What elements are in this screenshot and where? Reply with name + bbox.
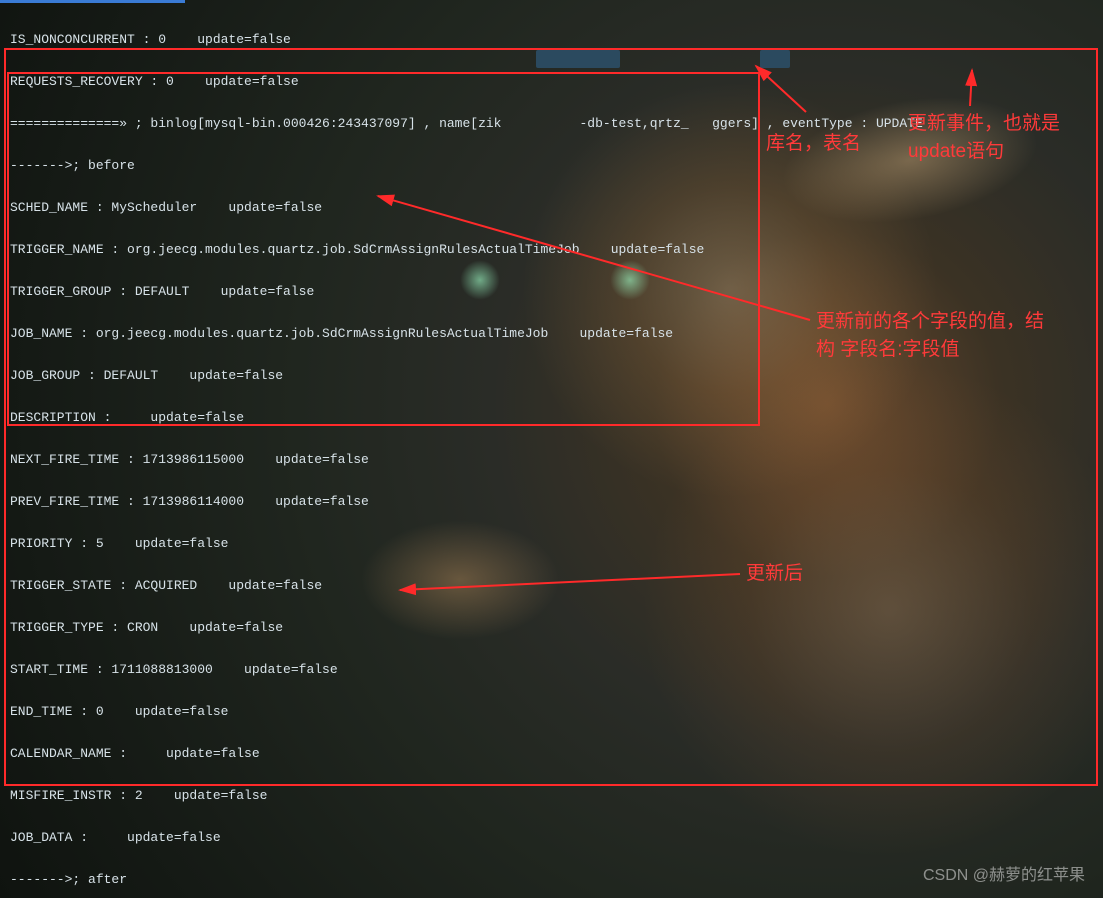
- before-row: TRIGGER_NAME : org.jeecg.modules.quartz.…: [10, 239, 1093, 260]
- before-row: END_TIME : 0 update=false: [10, 701, 1093, 722]
- redaction-mask: [536, 50, 620, 68]
- before-row: JOB_DATA : update=false: [10, 827, 1093, 848]
- line-before-marker: ------->; before: [10, 155, 1093, 176]
- line-requests-recovery: REQUESTS_RECOVERY : 0 update=false: [10, 71, 1093, 92]
- before-row: JOB_GROUP : DEFAULT update=false: [10, 365, 1093, 386]
- line-binlog-header-update: ==============» ; binlog[mysql-bin.00042…: [10, 113, 1093, 134]
- before-row: PRIORITY : 5 update=false: [10, 533, 1093, 554]
- before-row: NEXT_FIRE_TIME : 1713986115000 update=fa…: [10, 449, 1093, 470]
- before-row: CALENDAR_NAME : update=false: [10, 743, 1093, 764]
- before-row: TRIGGER_STATE : ACQUIRED update=false: [10, 575, 1093, 596]
- before-row: TRIGGER_TYPE : CRON update=false: [10, 617, 1093, 638]
- terminal-output[interactable]: IS_NONCONCURRENT : 0 update=false REQUES…: [0, 0, 1103, 898]
- before-row: SCHED_NAME : MyScheduler update=false: [10, 197, 1093, 218]
- window-accent-bar: [0, 0, 185, 3]
- before-row: DESCRIPTION : update=false: [10, 407, 1093, 428]
- line-after-marker: ------->; after: [10, 869, 1093, 890]
- before-row: JOB_NAME : org.jeecg.modules.quartz.job.…: [10, 323, 1093, 344]
- before-row: MISFIRE_INSTR : 2 update=false: [10, 785, 1093, 806]
- redaction-mask: [760, 50, 790, 68]
- line-is-nonconcurrent: IS_NONCONCURRENT : 0 update=false: [10, 29, 1093, 50]
- before-row: START_TIME : 1711088813000 update=false: [10, 659, 1093, 680]
- before-row: PREV_FIRE_TIME : 1713986114000 update=fa…: [10, 491, 1093, 512]
- before-row: TRIGGER_GROUP : DEFAULT update=false: [10, 281, 1093, 302]
